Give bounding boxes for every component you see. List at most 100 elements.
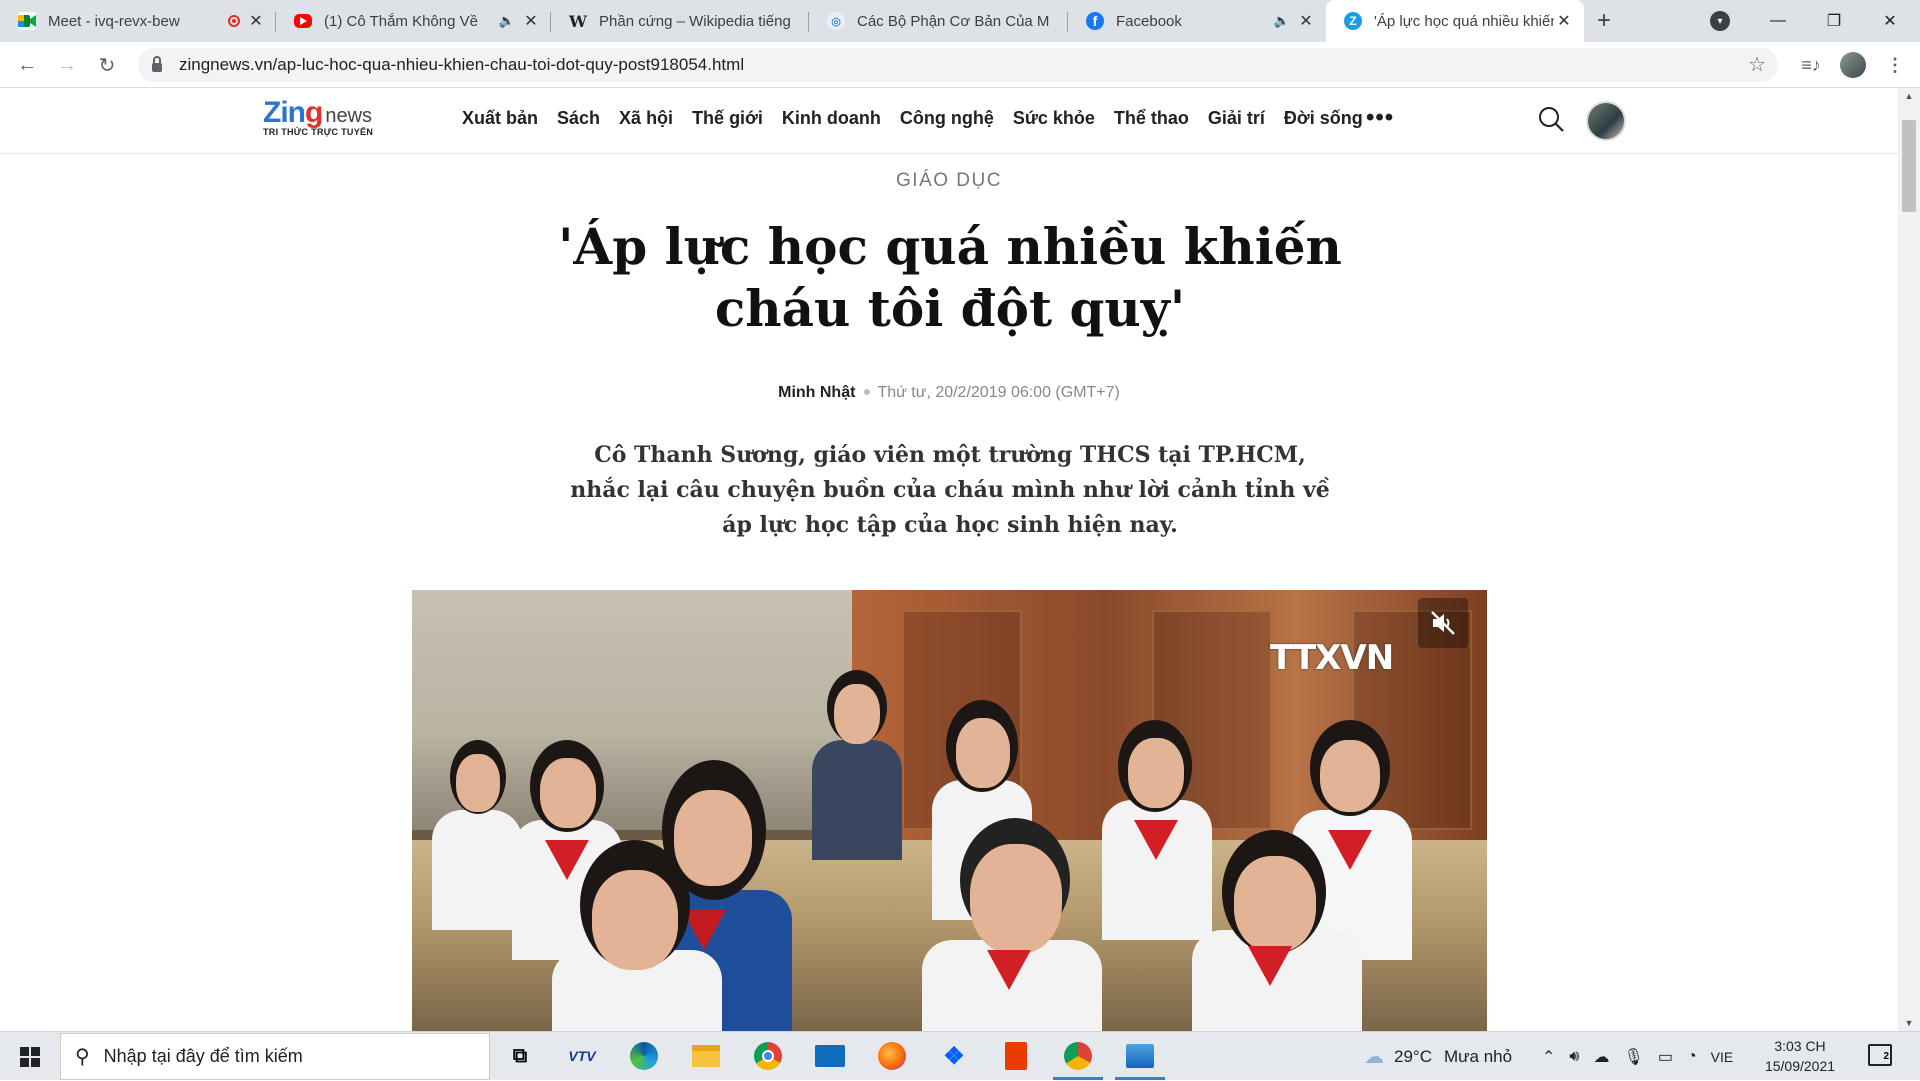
file-explorer-icon[interactable] <box>689 1039 723 1073</box>
speaker-muted-icon[interactable]: 🔈 <box>499 13 515 29</box>
mute-button[interactable] <box>1418 598 1468 648</box>
address-bar[interactable]: zingnews.vn/ap-luc-hoc-qua-nhieu-khien-c… <box>138 48 1778 82</box>
scroll-thumb[interactable] <box>1902 120 1916 212</box>
tab-search-icon[interactable]: ▾ <box>1710 11 1730 31</box>
menu-kebab-icon[interactable]: ⋮ <box>1880 50 1910 80</box>
student-face <box>956 718 1010 788</box>
windows-logo-icon <box>20 1046 40 1067</box>
reload-icon[interactable]: ↻ <box>92 50 122 80</box>
chrome-profile-icon[interactable] <box>1053 1039 1103 1080</box>
search-icon: ⚲ <box>75 1046 90 1068</box>
recording-icon <box>228 15 240 27</box>
start-button[interactable] <box>0 1032 60 1081</box>
minimize-button[interactable]: — <box>1748 0 1808 42</box>
close-window-button[interactable]: ✕ <box>1860 0 1920 42</box>
tab-title: 'Áp lực học quá nhiều khiến <box>1374 12 1554 30</box>
red-scarf <box>1134 820 1178 860</box>
zingnews-logo[interactable]: Zing news TRI THỨC TRỰC TUYẾN <box>263 96 373 137</box>
dropbox-icon[interactable]: ❖ <box>937 1039 971 1073</box>
close-icon[interactable]: ✕ <box>246 11 266 31</box>
nav-item-kinh-doanh[interactable]: Kinh doanh <box>782 108 881 129</box>
lock-icon[interactable] <box>152 56 162 72</box>
language-indicator[interactable]: VIE <box>1711 1049 1734 1065</box>
student-face <box>592 870 678 970</box>
taskbar-search[interactable]: ⚲ Nhập tại đây để tìm kiếm <box>60 1033 490 1080</box>
new-tab-button[interactable]: + <box>1584 0 1624 42</box>
forward-arrow-icon[interactable]: → <box>52 50 82 80</box>
article-category[interactable]: GIÁO DỤC <box>0 170 1898 192</box>
student-face <box>674 790 752 886</box>
nav-item-giai-tri[interactable]: Giải trí <box>1208 108 1265 129</box>
nav-item-xa-hoi[interactable]: Xã hội <box>619 108 673 129</box>
restore-button[interactable]: ❐ <box>1804 0 1864 42</box>
nav-item-xuat-ban[interactable]: Xuất bản <box>462 108 538 129</box>
more-menu-button[interactable]: ••• <box>1366 104 1394 132</box>
user-avatar[interactable] <box>1586 101 1626 141</box>
site-header: Zing news TRI THỨC TRỰC TUYẾN Xuất bản Sá… <box>0 88 1898 154</box>
zing-icon: Z <box>1344 12 1362 30</box>
nav-item-the-thao[interactable]: Thể thao <box>1114 108 1189 129</box>
nav-item-doi-song[interactable]: Đời sống <box>1284 108 1363 129</box>
back-arrow-icon[interactable]: ← <box>12 50 42 80</box>
student-face <box>1320 740 1380 812</box>
main-nav: Xuất bản Sách Xã hội Thế giới Kinh doanh… <box>462 108 1363 129</box>
tab-facebook[interactable]: f Facebook 🔈 ✕ <box>1068 0 1326 42</box>
ttxvn-watermark: TTXVN <box>1270 638 1394 678</box>
photos-icon[interactable] <box>1115 1039 1165 1080</box>
volume-icon[interactable]: 🔊︎ <box>1569 1048 1579 1066</box>
article-byline: Minh Nhật Thứ tư, 20/2/2019 06:00 (GMT+7) <box>0 384 1898 402</box>
vtv-icon[interactable]: VTV <box>565 1039 599 1073</box>
onedrive-icon[interactable]: ☁ <box>1594 1047 1610 1067</box>
close-icon[interactable]: ✕ <box>1296 11 1316 31</box>
windows-taskbar: ⚲ Nhập tại đây để tìm kiếm ⧉ VTV ❖ ☁ 29°… <box>0 1031 1920 1080</box>
speaker-muted-icon <box>1431 611 1455 635</box>
chrome-icon[interactable] <box>751 1039 785 1073</box>
page-scrollbar[interactable]: ▲ ▼ <box>1898 88 1920 1031</box>
notification-center-icon[interactable]: 2 <box>1868 1044 1892 1066</box>
speaker-muted-icon[interactable]: 🔈 <box>1274 13 1290 29</box>
media-control-icon[interactable]: ≡♪ <box>1796 50 1826 80</box>
browser-toolbar: ← → ↻ zingnews.vn/ap-luc-hoc-qua-nhieu-k… <box>0 42 1920 88</box>
tab-wikipedia[interactable]: W Phần cứng – Wikipedia tiếng <box>551 0 809 42</box>
weather-widget[interactable]: ☁ 29°C Mưa nhỏ <box>1364 1032 1512 1081</box>
bookmark-star-icon[interactable]: ☆ <box>1748 52 1766 77</box>
tab-youtube[interactable]: (1) Cô Thắm Không Về 🔈 ✕ <box>276 0 551 42</box>
profile-avatar[interactable] <box>1838 50 1868 80</box>
taskbar-clock[interactable]: 3:03 CH 15/09/2021 <box>1760 1036 1840 1076</box>
nav-item-the-gioi[interactable]: Thế giới <box>692 108 763 129</box>
clock-time: 3:03 CH <box>1774 1038 1826 1054</box>
article-video[interactable]: TTXVN <box>412 590 1487 1031</box>
facebook-icon: f <box>1086 12 1104 30</box>
article-date: Thứ tư, 20/2/2019 06:00 (GMT+7) <box>877 384 1120 401</box>
chevron-up-icon[interactable]: ⌃ <box>1542 1047 1555 1067</box>
article-author[interactable]: Minh Nhật <box>778 384 855 401</box>
nav-item-cong-nghe[interactable]: Công nghệ <box>900 108 994 129</box>
microphone-icon[interactable]: 🎙︎ <box>1624 1047 1644 1067</box>
close-icon[interactable]: ✕ <box>521 11 541 31</box>
task-view-icon[interactable]: ⧉ <box>503 1039 537 1073</box>
student-face <box>456 754 500 812</box>
red-scarf <box>1248 946 1292 986</box>
clock-date: 15/09/2021 <box>1764 1058 1836 1074</box>
system-tray: ⌃ 🔊︎ ☁ 🎙︎ ▭ ◔ VIE <box>1542 1032 1733 1081</box>
wifi-icon[interactable]: ◔ <box>1687 1048 1697 1066</box>
mail-icon[interactable] <box>813 1039 847 1073</box>
edge-icon[interactable] <box>627 1039 661 1073</box>
battery-icon[interactable]: ▭ <box>1658 1047 1673 1067</box>
firefox-icon[interactable] <box>875 1039 909 1073</box>
nav-item-sach[interactable]: Sách <box>557 108 600 129</box>
scroll-up-arrow[interactable]: ▲ <box>1898 88 1920 104</box>
globe-icon: ◎ <box>827 12 845 30</box>
search-icon[interactable] <box>1538 106 1564 132</box>
scroll-down-arrow[interactable]: ▼ <box>1898 1015 1920 1031</box>
student-face <box>540 758 596 828</box>
tab-hardware-article[interactable]: ◎ Các Bộ Phận Cơ Bản Của M <box>809 0 1068 42</box>
article-summary: Cô Thanh Sương, giáo viên một trường THC… <box>570 442 1330 538</box>
tab-strip: Meet - ivq-revx-bew ✕ (1) Cô Thắm Không … <box>0 0 1920 42</box>
office-icon[interactable] <box>999 1039 1033 1073</box>
tab-meet[interactable]: Meet - ivq-revx-bew ✕ <box>0 0 276 42</box>
address-text[interactable]: zingnews.vn/ap-luc-hoc-qua-nhieu-khien-c… <box>179 55 744 75</box>
tab-zingnews[interactable]: Z 'Áp lực học quá nhiều khiến ✕ <box>1326 0 1584 42</box>
close-icon[interactable]: ✕ <box>1554 11 1574 31</box>
nav-item-suc-khoe[interactable]: Sức khỏe <box>1013 108 1095 129</box>
